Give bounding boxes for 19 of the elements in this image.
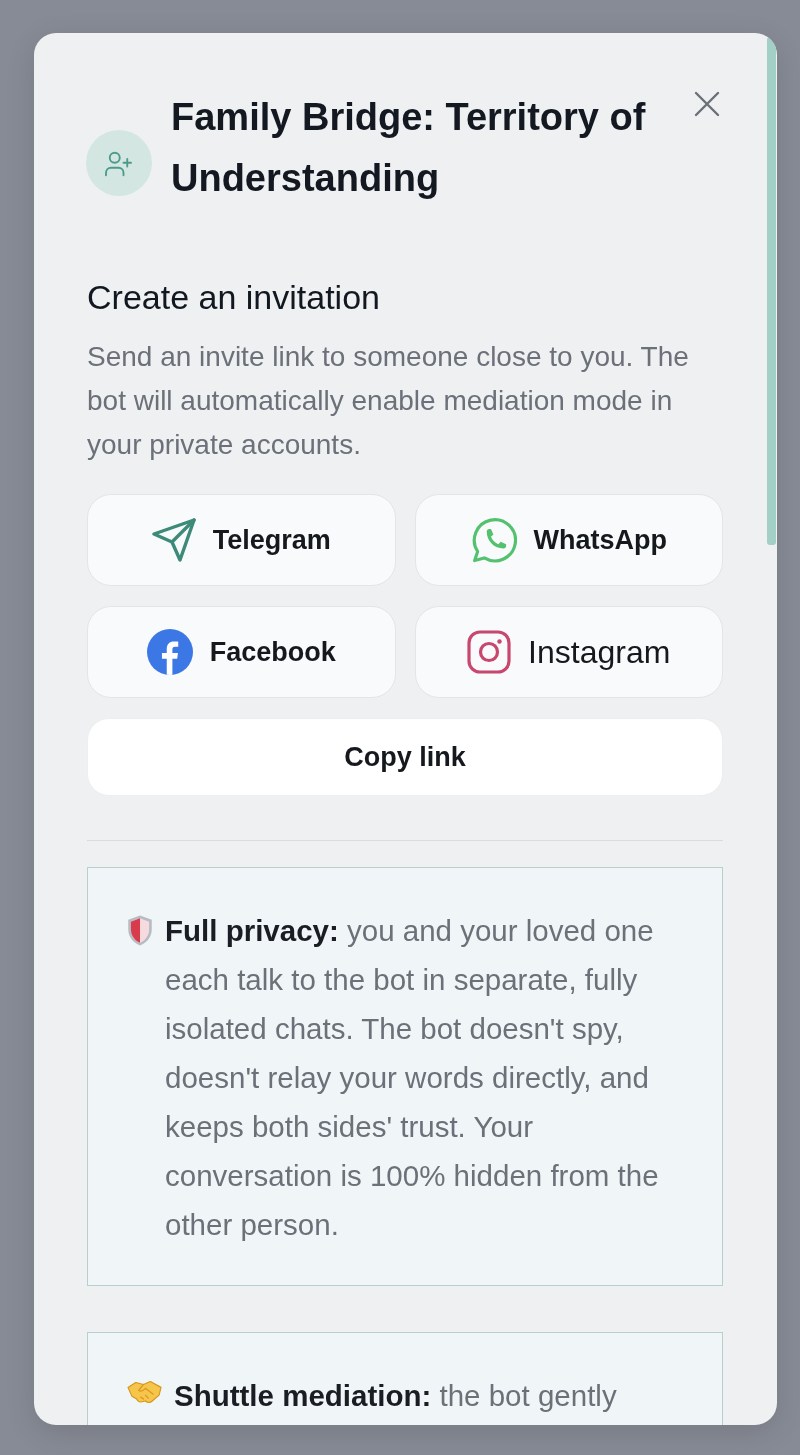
- facebook-icon: [146, 629, 193, 675]
- instagram-icon: [467, 630, 512, 674]
- whatsapp-icon: [470, 517, 517, 563]
- share-button[interactable]: Instagram: [414, 606, 723, 698]
- close-icon: [694, 91, 720, 117]
- share-button[interactable]: WhatsApp: [414, 494, 723, 586]
- info-text: Shuttle mediation: the bot gently: [174, 1378, 618, 1414]
- shield-icon: [127, 915, 153, 946]
- copy-link-button[interactable]: Copy link: [87, 718, 723, 796]
- share-button[interactable]: Telegram: [87, 494, 396, 586]
- user-plus-icon: [86, 130, 152, 196]
- section-heading: Create an invitation: [87, 277, 381, 317]
- dialog-title: Family Bridge: Territory of Understanding: [171, 95, 647, 201]
- scrollbar-thumb[interactable]: [767, 37, 776, 545]
- handshake-icon: [127, 1380, 162, 1404]
- info-text: Full privacy: you and your loved one each talk to the bot in separate, fully isolated chats. The bot doesn't spy, doesn't relay your words directly, and keeps both sides' trust. Your conversation is 100% hidden from the other person.: [165, 913, 660, 1243]
- paper-plane-icon: [151, 518, 196, 562]
- invitation-description: Send an invite link to someone close to you. The bot will automatically enable mediation mode in your private accounts.: [87, 340, 690, 462]
- share-button[interactable]: Facebook: [87, 606, 396, 698]
